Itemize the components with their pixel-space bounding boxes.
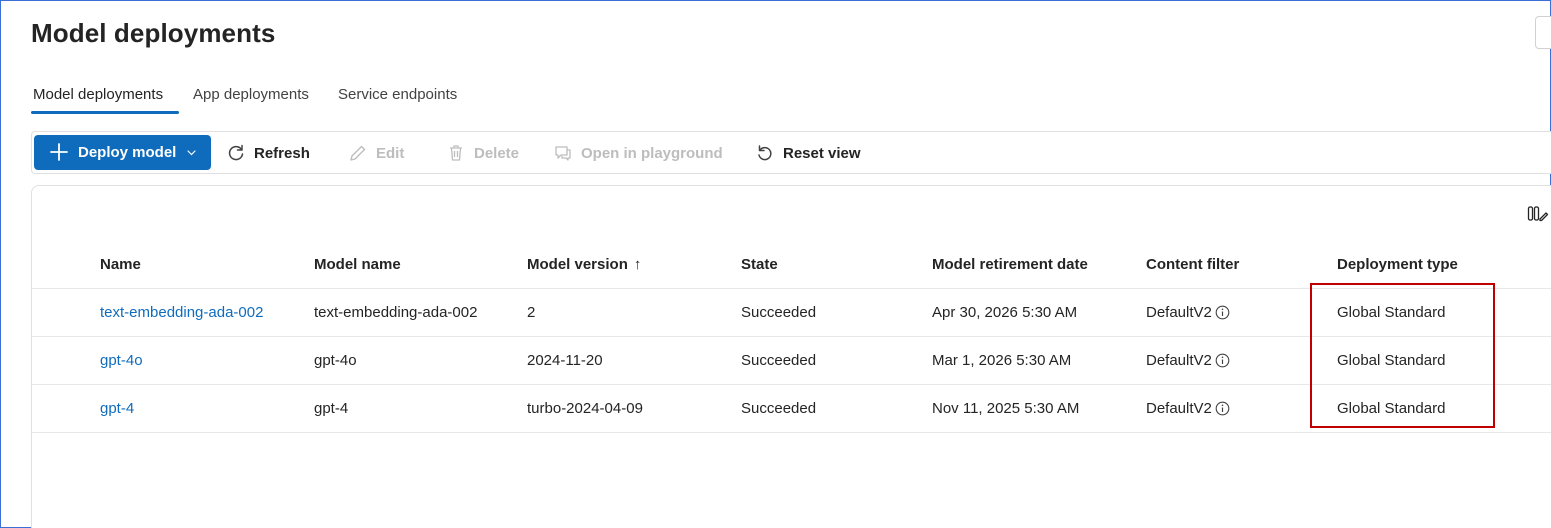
content-filter-cell: DefaultV2 xyxy=(1146,304,1230,321)
refresh-button[interactable]: Refresh xyxy=(226,141,310,165)
retirement-date-cell: Nov 11, 2025 5:30 AM xyxy=(932,400,1080,417)
chat-icon xyxy=(555,146,571,161)
delete-button[interactable]: Delete xyxy=(446,141,519,165)
deploy-model-label: Deploy model xyxy=(78,144,177,161)
refresh-icon xyxy=(228,144,244,161)
model-name-cell: gpt-4o xyxy=(314,352,357,369)
deployment-name-link[interactable]: gpt-4 xyxy=(100,400,134,417)
model-version-cell: turbo-2024-04-09 xyxy=(527,400,643,417)
chevron-down-icon xyxy=(187,150,196,156)
content-filter-value: DefaultV2 xyxy=(1146,400,1212,417)
content-filter-value: DefaultV2 xyxy=(1146,352,1212,369)
column-header-state[interactable]: State xyxy=(741,256,778,273)
retirement-date-cell: Mar 1, 2026 5:30 AM xyxy=(932,352,1072,369)
model-name-cell: text-embedding-ada-002 xyxy=(314,304,478,321)
top-right-button[interactable] xyxy=(1535,16,1551,49)
content-filter-cell: DefaultV2 xyxy=(1146,352,1230,369)
model-name-cell: gpt-4 xyxy=(314,400,349,417)
info-icon[interactable] xyxy=(1215,305,1230,320)
column-options-icon[interactable] xyxy=(1527,204,1549,224)
state-cell: Succeeded xyxy=(741,352,817,369)
tab-service-endpoints[interactable]: Service endpoints xyxy=(338,86,457,103)
plus-icon xyxy=(50,143,68,161)
deployment-name-link[interactable]: gpt-4o xyxy=(100,352,143,369)
command-bar: Deploy model Refresh Edit Delete Open in… xyxy=(31,131,1551,174)
trash-icon xyxy=(450,145,462,161)
state-cell: Succeeded xyxy=(741,304,817,321)
content-filter-cell: DefaultV2 xyxy=(1146,400,1230,417)
tab-model-deployments[interactable]: Model deployments xyxy=(33,86,163,103)
model-version-cell: 2 xyxy=(527,304,536,321)
content-filter-value: DefaultV2 xyxy=(1146,304,1212,321)
retirement-date-cell: Apr 30, 2026 5:30 AM xyxy=(932,304,1078,321)
tab-app-deployments[interactable]: App deployments xyxy=(193,86,309,103)
model-version-cell: 2024-11-20 xyxy=(527,352,603,369)
edit-button[interactable]: Edit xyxy=(348,141,404,165)
open-in-playground-label: Open in playground xyxy=(581,144,723,162)
info-icon[interactable] xyxy=(1215,401,1230,416)
page-title: Model deployments xyxy=(31,18,276,48)
reset-view-button[interactable]: Reset view xyxy=(755,141,861,165)
pencil-icon xyxy=(350,145,366,161)
column-header-name[interactable]: Name xyxy=(100,256,141,273)
column-header-model-version[interactable]: Model version ↑ xyxy=(527,256,641,273)
sort-ascending-icon: ↑ xyxy=(633,256,642,273)
state-cell: Succeeded xyxy=(741,400,817,417)
model-version-header-label: Model version xyxy=(527,256,628,273)
column-header-content-filter[interactable]: Content filter xyxy=(1146,256,1239,273)
open-in-playground-button[interactable]: Open in playground xyxy=(553,141,723,165)
edit-label: Edit xyxy=(376,144,405,162)
refresh-label: Refresh xyxy=(254,144,310,162)
reset-view-label: Reset view xyxy=(783,144,861,162)
delete-label: Delete xyxy=(474,144,520,162)
info-icon[interactable] xyxy=(1215,353,1230,368)
column-header-model-name[interactable]: Model name xyxy=(314,256,401,273)
column-header-deployment-type[interactable]: Deployment type xyxy=(1337,256,1458,273)
column-header-retirement-date[interactable]: Model retirement date xyxy=(932,256,1088,273)
deployment-name-link[interactable]: text-embedding-ada-002 xyxy=(100,304,263,321)
active-tab-indicator xyxy=(31,111,179,114)
deployment-type-highlight-box xyxy=(1310,283,1495,428)
deploy-model-button[interactable]: Deploy model xyxy=(34,135,211,170)
undo-icon xyxy=(758,145,772,161)
